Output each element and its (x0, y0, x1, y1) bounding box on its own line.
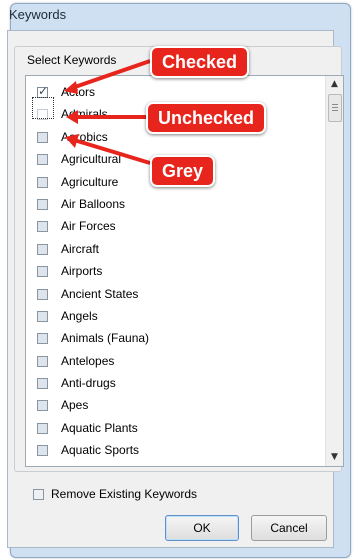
callout-unchecked: Unchecked (146, 102, 267, 134)
keyword-item[interactable]: Animals (Fauna) (26, 328, 316, 350)
remove-existing-label: Remove Existing Keywords (51, 487, 198, 501)
keyword-checkbox[interactable] (37, 378, 48, 390)
keyword-item[interactable]: Anti-drugs (26, 373, 316, 395)
keyword-label: Admirals (61, 107, 108, 122)
keyword-item[interactable]: Antelopes (26, 351, 316, 373)
keyword-label: Aquatic Plants (61, 420, 138, 435)
group-label: Select Keywords (27, 53, 117, 67)
ok-button[interactable]: OK (165, 515, 239, 541)
keyword-checkbox[interactable] (37, 131, 48, 143)
keyword-checkbox[interactable] (37, 310, 48, 322)
keyword-label: Aerobics (61, 129, 108, 144)
keyword-label: Airports (61, 264, 103, 279)
keyword-label: Ancient States (61, 286, 139, 301)
callout-checked: Checked (150, 46, 250, 78)
keyword-checkbox[interactable] (37, 243, 48, 255)
grip-line (332, 107, 338, 108)
keyword-checkbox[interactable] (37, 400, 48, 412)
keyword-item[interactable]: Aquatic Sports (26, 440, 316, 462)
keyword-label: Apes (61, 398, 89, 413)
keyword-label: Actors (61, 85, 96, 99)
keyword-item[interactable]: Air Balloons (26, 194, 316, 216)
keyword-label: Animals (Fauna) (61, 331, 150, 346)
keyword-label: Air Balloons (61, 196, 126, 211)
keyword-checkbox[interactable] (37, 221, 48, 233)
keyword-item[interactable]: Ancient States (26, 284, 316, 306)
keyword-label: Anti-drugs (61, 376, 116, 391)
keyword-item[interactable]: Apes (26, 395, 316, 417)
keyword-item[interactable]: Aircraft (26, 239, 316, 261)
keyword-label: Agriculture (61, 174, 119, 189)
keyword-label: Aircraft (61, 241, 100, 256)
keyword-label: Aquatic Sports (61, 443, 140, 458)
scroll-thumb[interactable] (328, 94, 342, 122)
keyword-checkbox[interactable] (37, 355, 48, 367)
keyword-checkbox[interactable] (37, 333, 48, 345)
keyword-label: Angels (61, 308, 98, 323)
scroll-down-icon[interactable]: ▼ (326, 449, 343, 466)
callout-grey: Grey (150, 155, 216, 187)
focus-rectangle (32, 97, 54, 119)
remove-existing-checkbox[interactable] (33, 489, 44, 500)
keyword-item[interactable]: Airports (26, 261, 316, 283)
keyword-checkbox[interactable] (37, 154, 48, 166)
cancel-button[interactable]: Cancel (251, 515, 327, 541)
keyword-checkbox[interactable] (37, 288, 48, 300)
keyword-label: Antelopes (61, 353, 115, 368)
grip-line (332, 104, 338, 105)
dialog-title: Keywords (9, 7, 67, 22)
keyword-item[interactable]: Air Forces (26, 216, 316, 238)
keyword-checkbox[interactable] (37, 422, 48, 434)
keyword-checkbox[interactable] (37, 266, 48, 278)
keyword-item[interactable]: Angels (26, 306, 316, 328)
keyword-item[interactable]: Aquatic Plants (26, 418, 316, 440)
keyword-checkbox[interactable] (37, 198, 48, 210)
keyword-checkbox[interactable] (37, 176, 48, 188)
keyword-label: Agricultural (61, 152, 122, 167)
scroll-up-icon[interactable]: ▲ (326, 76, 343, 93)
keyword-checkbox[interactable] (37, 445, 48, 457)
keyword-label: Air Forces (61, 219, 116, 234)
keywords-list: Actors Admirals Aerobics Agricultural Agricu… (26, 82, 316, 463)
grip-line (332, 110, 338, 111)
vertical-scrollbar[interactable]: ▲ ▼ (325, 76, 343, 466)
